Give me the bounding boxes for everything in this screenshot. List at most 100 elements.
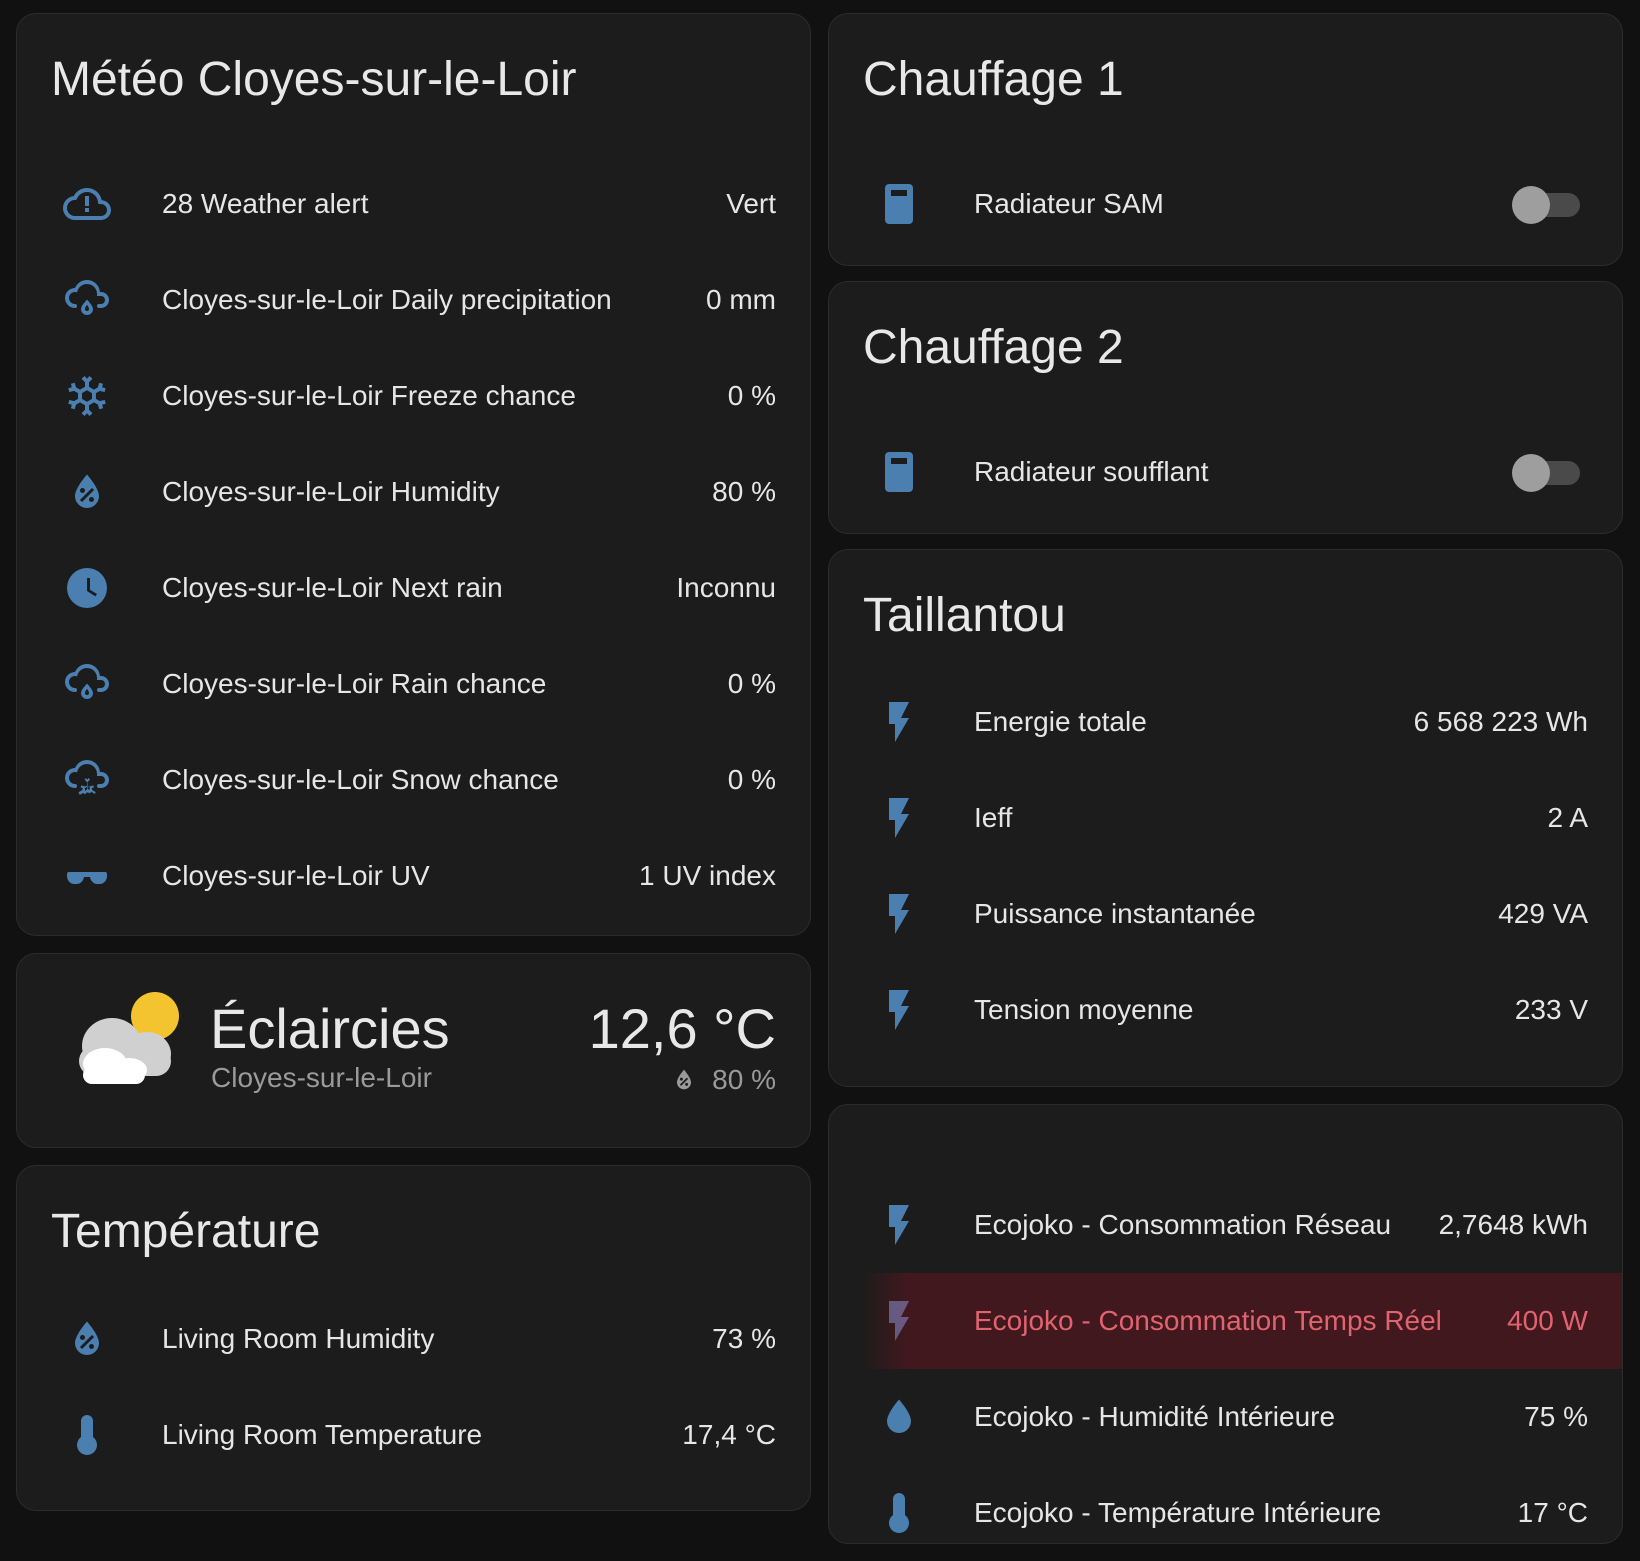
cloud-rain-icon [65, 664, 109, 699]
weather-forecast-card[interactable]: Éclaircies Cloyes-sur-le-Loir 12,6 °C 80… [16, 953, 811, 1148]
entity-row-ieff[interactable]: Ieff 2 A [829, 770, 1622, 866]
entity-label: Ecojoko - Consommation Réseau [974, 1209, 1392, 1240]
flash-icon [889, 1301, 909, 1341]
entity-row-weather-alert[interactable]: 28 Weather alert Vert [17, 156, 810, 252]
water-icon [887, 1399, 911, 1433]
radiateur-soufflant-toggle[interactable] [1512, 454, 1580, 492]
entity-row-snow-chance[interactable]: Cloyes-sur-le-Loir Snow chance 0 % [17, 732, 810, 828]
partly-cloudy-icon [79, 992, 179, 1084]
entity-row-radiateur-sam[interactable]: Radiateur SAM [829, 156, 1622, 252]
entity-value: 429 VA [1498, 898, 1588, 929]
entity-row-consommation-temps-reel[interactable]: Ecojoko - Consommation Temps Réel 400 W [829, 1273, 1622, 1369]
cloud-snow-icon [65, 760, 109, 795]
cloud-rain-icon [65, 280, 109, 315]
entity-row-humidity[interactable]: Cloyes-sur-le-Loir Humidity 80 % [17, 444, 810, 540]
entity-label: Living Room Temperature [162, 1419, 483, 1450]
meteo-card: Météo Cloyes-sur-le-Loir 28 Weather aler… [16, 13, 811, 936]
card-title: Chauffage 2 [863, 321, 1124, 374]
entity-value: 0 mm [706, 284, 776, 315]
entity-row-radiateur-soufflant[interactable]: Radiateur soufflant [829, 424, 1622, 520]
entity-value: 6 568 223 Wh [1413, 706, 1588, 737]
entity-row-puissance-instantanee[interactable]: Puissance instantanée 429 VA [829, 866, 1622, 962]
water-percent-icon [75, 474, 99, 508]
entity-row-humidite-interieure[interactable]: Ecojoko - Humidité Intérieure 75 % [829, 1369, 1622, 1465]
chauffage-2-card: Chauffage 2 Radiateur soufflant [828, 281, 1623, 534]
entity-row-consommation-reseau[interactable]: Ecojoko - Consommation Réseau 2,7648 kWh [829, 1177, 1622, 1273]
entity-value: Vert [726, 188, 776, 219]
forecast-condition: Éclaircies [210, 997, 450, 1060]
flash-icon [889, 990, 909, 1030]
entity-row-tension-moyenne[interactable]: Tension moyenne 233 V [829, 962, 1622, 1058]
entity-label: Energie totale [974, 706, 1147, 737]
entity-value: 17,4 °C [682, 1419, 776, 1450]
entity-label: Ieff [974, 802, 1013, 833]
entity-value: 400 W [1507, 1305, 1588, 1336]
entity-row-energie-totale[interactable]: Energie totale 6 568 223 Wh [829, 674, 1622, 770]
entity-value: 0 % [727, 764, 776, 795]
entity-value: 1 UV index [639, 860, 776, 891]
radiator-icon [885, 452, 913, 492]
entity-row-daily-precipitation[interactable]: Cloyes-sur-le-Loir Daily precipitation 0… [17, 252, 810, 348]
thermometer-icon [77, 1415, 97, 1455]
entity-row-living-room-humidity[interactable]: Living Room Humidity 73 % [17, 1291, 810, 1387]
card-title: Météo Cloyes-sur-le-Loir [51, 53, 577, 106]
entity-value: Inconnu [676, 572, 776, 603]
entity-label: Puissance instantanée [974, 898, 1256, 929]
entity-value: 2 A [1547, 802, 1588, 833]
entity-label: Cloyes-sur-le-Loir Snow chance [162, 764, 559, 795]
ecojoko-card: Ecojoko - Consommation Réseau 2,7648 kWh… [828, 1104, 1623, 1544]
entity-label: Cloyes-sur-le-Loir Freeze chance [162, 380, 576, 411]
entity-value: 233 V [1514, 994, 1588, 1025]
radiator-icon [885, 184, 913, 224]
entity-label: Cloyes-sur-le-Loir UV [162, 860, 430, 891]
forecast-location: Cloyes-sur-le-Loir [211, 1062, 432, 1093]
temperature-card: Température Living Room Humidity 73 % Li… [16, 1165, 811, 1511]
sunglasses-icon [67, 872, 107, 884]
entity-label: Cloyes-sur-le-Loir Humidity [162, 476, 500, 507]
card-title: Température [51, 1205, 321, 1258]
forecast-humidity-group: 80 % [670, 1064, 776, 1096]
clock-icon [67, 568, 107, 608]
toggle-knob [1512, 186, 1550, 224]
entity-value: 0 % [727, 380, 776, 411]
entity-row-temperature-interieure[interactable]: Ecojoko - Température Intérieure 17 °C [829, 1465, 1622, 1561]
taillantou-card: Taillantou Energie totale 6 568 223 Wh I… [828, 549, 1623, 1087]
cloud-alert-icon [63, 188, 111, 220]
entity-label: Ecojoko - Consommation Temps Réel [974, 1305, 1442, 1336]
entity-label: Tension moyenne [974, 994, 1194, 1025]
flash-icon [889, 702, 909, 742]
entity-label: Living Room Humidity [162, 1323, 435, 1354]
entity-label: 28 Weather alert [162, 188, 369, 219]
entity-label: Cloyes-sur-le-Loir Daily precipitation [162, 284, 612, 315]
entity-value: 0 % [727, 668, 776, 699]
entity-row-living-room-temperature[interactable]: Living Room Temperature 17,4 °C [17, 1387, 810, 1483]
entity-row-rain-chance[interactable]: Cloyes-sur-le-Loir Rain chance 0 % [17, 636, 810, 732]
entity-label: Ecojoko - Température Intérieure [974, 1497, 1382, 1528]
entity-row-next-rain[interactable]: Cloyes-sur-le-Loir Next rain Inconnu [17, 540, 810, 636]
flash-icon [889, 894, 909, 934]
entity-label: Radiateur SAM [974, 188, 1164, 219]
water-percent-icon [75, 1321, 99, 1355]
flash-icon [889, 798, 909, 838]
entity-row-freeze-chance[interactable]: Cloyes-sur-le-Loir Freeze chance 0 % [17, 348, 810, 444]
entity-value: 75 % [1524, 1401, 1588, 1432]
entity-label: Radiateur soufflant [974, 456, 1209, 487]
toggle-knob [1512, 454, 1550, 492]
entity-value: 17 °C [1517, 1497, 1588, 1528]
entity-label: Ecojoko - Humidité Intérieure [974, 1401, 1336, 1432]
radiateur-sam-toggle[interactable] [1512, 186, 1580, 224]
entity-value: 80 % [712, 476, 776, 507]
entity-value: 2,7648 kWh [1438, 1209, 1588, 1240]
flash-icon [889, 1205, 909, 1245]
snowflake-icon [68, 376, 106, 416]
card-title: Chauffage 1 [863, 53, 1124, 106]
forecast-temperature: 12,6 °C [588, 997, 776, 1060]
card-title: Taillantou [863, 589, 1066, 642]
entity-value: 73 % [712, 1323, 776, 1354]
forecast-humidity: 80 % [712, 1064, 776, 1095]
chauffage-1-card: Chauffage 1 Radiateur SAM [828, 13, 1623, 266]
entity-label: Cloyes-sur-le-Loir Rain chance [162, 668, 547, 699]
water-percent-icon [676, 1069, 691, 1090]
entity-label: Cloyes-sur-le-Loir Next rain [162, 572, 503, 603]
entity-row-uv[interactable]: Cloyes-sur-le-Loir UV 1 UV index [17, 828, 810, 924]
